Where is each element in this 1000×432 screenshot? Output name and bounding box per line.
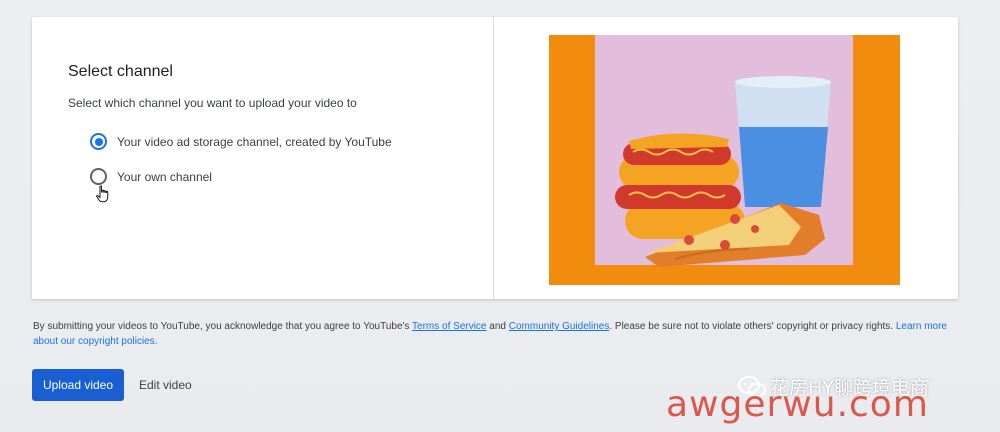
video-thumbnail bbox=[549, 35, 900, 285]
hand-pointer-icon bbox=[96, 185, 109, 203]
radio-button-selected[interactable] bbox=[90, 133, 107, 150]
upload-video-button[interactable]: Upload video bbox=[32, 369, 124, 401]
terms-of-service-link[interactable]: Terms of Service bbox=[412, 321, 486, 332]
option-label: Your video ad storage channel, created b… bbox=[117, 134, 392, 149]
channel-selection-panel: Select channel Select which channel you … bbox=[32, 17, 494, 299]
dialog-subtitle: Select which channel you want to upload … bbox=[68, 96, 357, 110]
copyright-disclaimer: By submitting your videos to YouTube, yo… bbox=[33, 319, 948, 349]
select-channel-card: Select channel Select which channel you … bbox=[32, 17, 958, 299]
disclaimer-text: By submitting your videos to YouTube, yo… bbox=[33, 321, 413, 332]
disclaimer-text: and bbox=[486, 321, 509, 332]
dialog-title: Select channel bbox=[68, 63, 173, 80]
option-video-ad-storage-channel[interactable]: Your video ad storage channel, created b… bbox=[90, 133, 392, 150]
disclaimer-text: . Please be sure not to violate others' … bbox=[609, 321, 896, 332]
radio-button-unselected[interactable] bbox=[90, 168, 107, 185]
edit-video-button[interactable]: Edit video bbox=[131, 369, 200, 401]
community-guidelines-link[interactable]: Community Guidelines bbox=[509, 321, 610, 332]
video-preview-panel bbox=[494, 17, 958, 299]
watermark-url: awgerwu.com bbox=[666, 384, 929, 425]
option-label: Your own channel bbox=[117, 169, 212, 184]
option-own-channel[interactable]: Your own channel bbox=[90, 168, 212, 185]
watermark: 花房HY聊跨境电商 awgerwu.com bbox=[666, 368, 1000, 432]
